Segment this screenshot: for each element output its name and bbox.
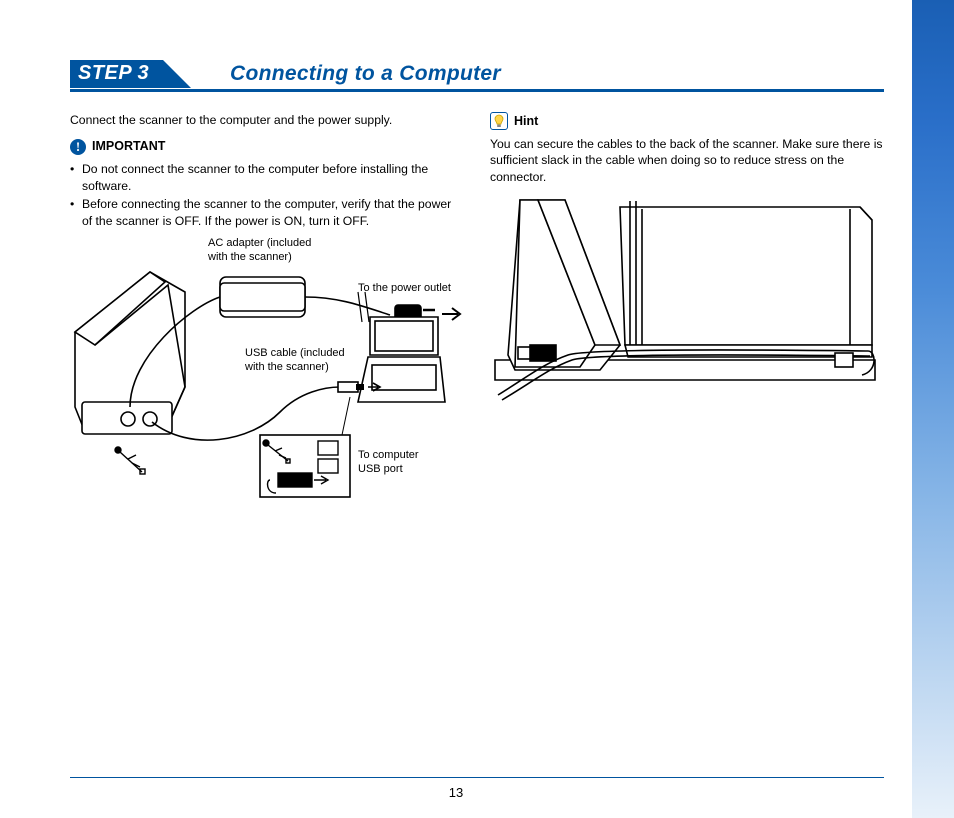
fig-label-usb-cable: USB cable (included with the scanner): [245, 347, 345, 375]
step-title: Connecting to a Computer: [230, 60, 501, 88]
bullet-item: Before connecting the scanner to the com…: [70, 196, 464, 229]
intro-text: Connect the scanner to the computer and …: [70, 112, 464, 128]
hint-heading: Hint: [490, 112, 884, 130]
important-bullets: Do not connect the scanner to the comput…: [70, 161, 464, 229]
fig-label-line: USB port: [358, 463, 403, 475]
step-tab: STEP 3: [70, 60, 163, 88]
left-column: Connect the scanner to the computer and …: [70, 112, 464, 507]
cable-secure-diagram: [490, 195, 880, 405]
hint-icon: [490, 112, 508, 130]
info-icon: !: [70, 139, 86, 155]
hint-label: Hint: [514, 113, 538, 130]
fig-label-line: USB cable (included: [245, 347, 345, 359]
page: STEP 3 Connecting to a Computer Connect …: [0, 0, 954, 818]
fig-label-power-outlet: To the power outlet: [358, 282, 451, 296]
bullet-item: Do not connect the scanner to the comput…: [70, 161, 464, 194]
step-banner: STEP 3 Connecting to a Computer: [70, 60, 884, 90]
page-number: 13: [0, 785, 912, 800]
footer-rule: [70, 777, 884, 778]
connection-diagram: AC adapter (included with the scanner) T…: [70, 237, 462, 507]
content-area: STEP 3 Connecting to a Computer Connect …: [70, 60, 884, 788]
hint-text: You can secure the cables to the back of…: [490, 136, 884, 185]
fig-label-line: To computer: [358, 449, 419, 461]
fig-label-line: AC adapter (included: [208, 237, 311, 249]
fig-label-ac-adapter: AC adapter (included with the scanner): [208, 237, 311, 265]
right-column: Hint You can secure the cables to the ba…: [490, 112, 884, 507]
important-heading: ! IMPORTANT: [70, 138, 464, 155]
banner-rule: [70, 89, 884, 92]
fig-label-line: with the scanner): [245, 361, 329, 373]
columns: Connect the scanner to the computer and …: [70, 112, 884, 507]
fig-label-line: with the scanner): [208, 251, 292, 263]
side-gradient: [912, 0, 954, 818]
important-label: IMPORTANT: [92, 138, 165, 155]
fig-label-usb-port: To computer USB port: [358, 449, 419, 477]
